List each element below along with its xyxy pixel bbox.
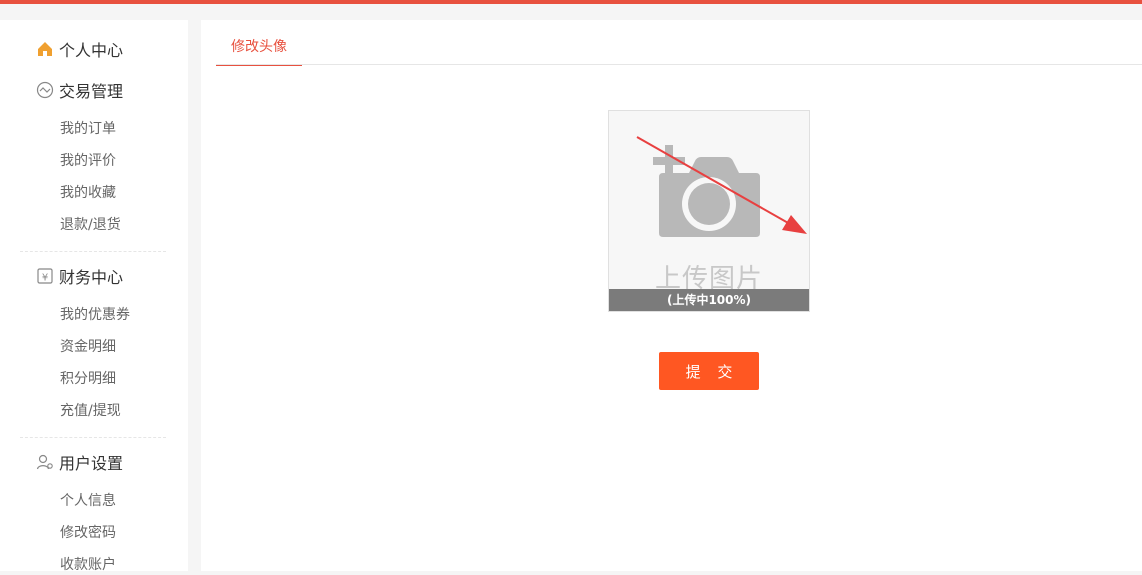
sidebar-divider (20, 437, 166, 438)
upload-progress-label: (上传中100%) (609, 289, 809, 311)
sidebar-section-trade-management[interactable]: 交易管理 (36, 78, 123, 102)
sidebar-item-my-favorites[interactable]: 我的收藏 (60, 183, 116, 203)
sidebar-section-user-settings[interactable]: 用户设置 (36, 450, 123, 474)
sidebar-item-points-details[interactable]: 积分明细 (60, 369, 116, 389)
sidebar-section-label: 用户设置 (59, 454, 124, 473)
tabs-underline (216, 64, 1142, 65)
sidebar-section-finance-center[interactable]: ¥ 财务中心 (36, 264, 123, 288)
sidebar-section-label: 交易管理 (59, 82, 124, 101)
sidebar-item-coupons[interactable]: 我的优惠券 (60, 305, 130, 325)
arrow-annotation (631, 135, 811, 249)
submit-button[interactable]: 提 交 (659, 352, 759, 390)
sidebar-item-recharge-withdraw[interactable]: 充值/提现 (60, 401, 121, 421)
sidebar-item-personal-info[interactable]: 个人信息 (60, 491, 116, 511)
sidebar-divider (20, 251, 166, 252)
sidebar-section-personal-center[interactable]: 个人中心 (36, 37, 123, 61)
sidebar: 个人中心 交易管理 我的订单 我的评价 我的收藏 退款/退货 ¥ 财务中心 我的… (0, 20, 188, 573)
sidebar-item-refunds[interactable]: 退款/退货 (60, 215, 121, 235)
sidebar-item-my-reviews[interactable]: 我的评价 (60, 151, 116, 171)
sidebar-item-my-orders[interactable]: 我的订单 (60, 119, 116, 139)
sidebar-item-payout-account[interactable]: 收款账户 (60, 555, 116, 575)
sidebar-item-fund-details[interactable]: 资金明细 (60, 337, 116, 357)
finance-icon: ¥ (36, 267, 54, 285)
home-icon (36, 40, 54, 58)
sidebar-section-label: 个人中心 (59, 41, 124, 60)
sidebar-section-label: 财务中心 (59, 268, 124, 287)
top-accent-bar (0, 0, 1142, 4)
svg-text:¥: ¥ (42, 273, 48, 284)
sidebar-item-change-password[interactable]: 修改密码 (60, 523, 116, 543)
user-settings-icon (36, 453, 54, 471)
tab-change-avatar[interactable]: 修改头像 (216, 36, 302, 66)
trade-icon (36, 81, 54, 99)
main-content: 修改头像 上传图片 (上传中100%) 提 交 (201, 20, 1142, 571)
